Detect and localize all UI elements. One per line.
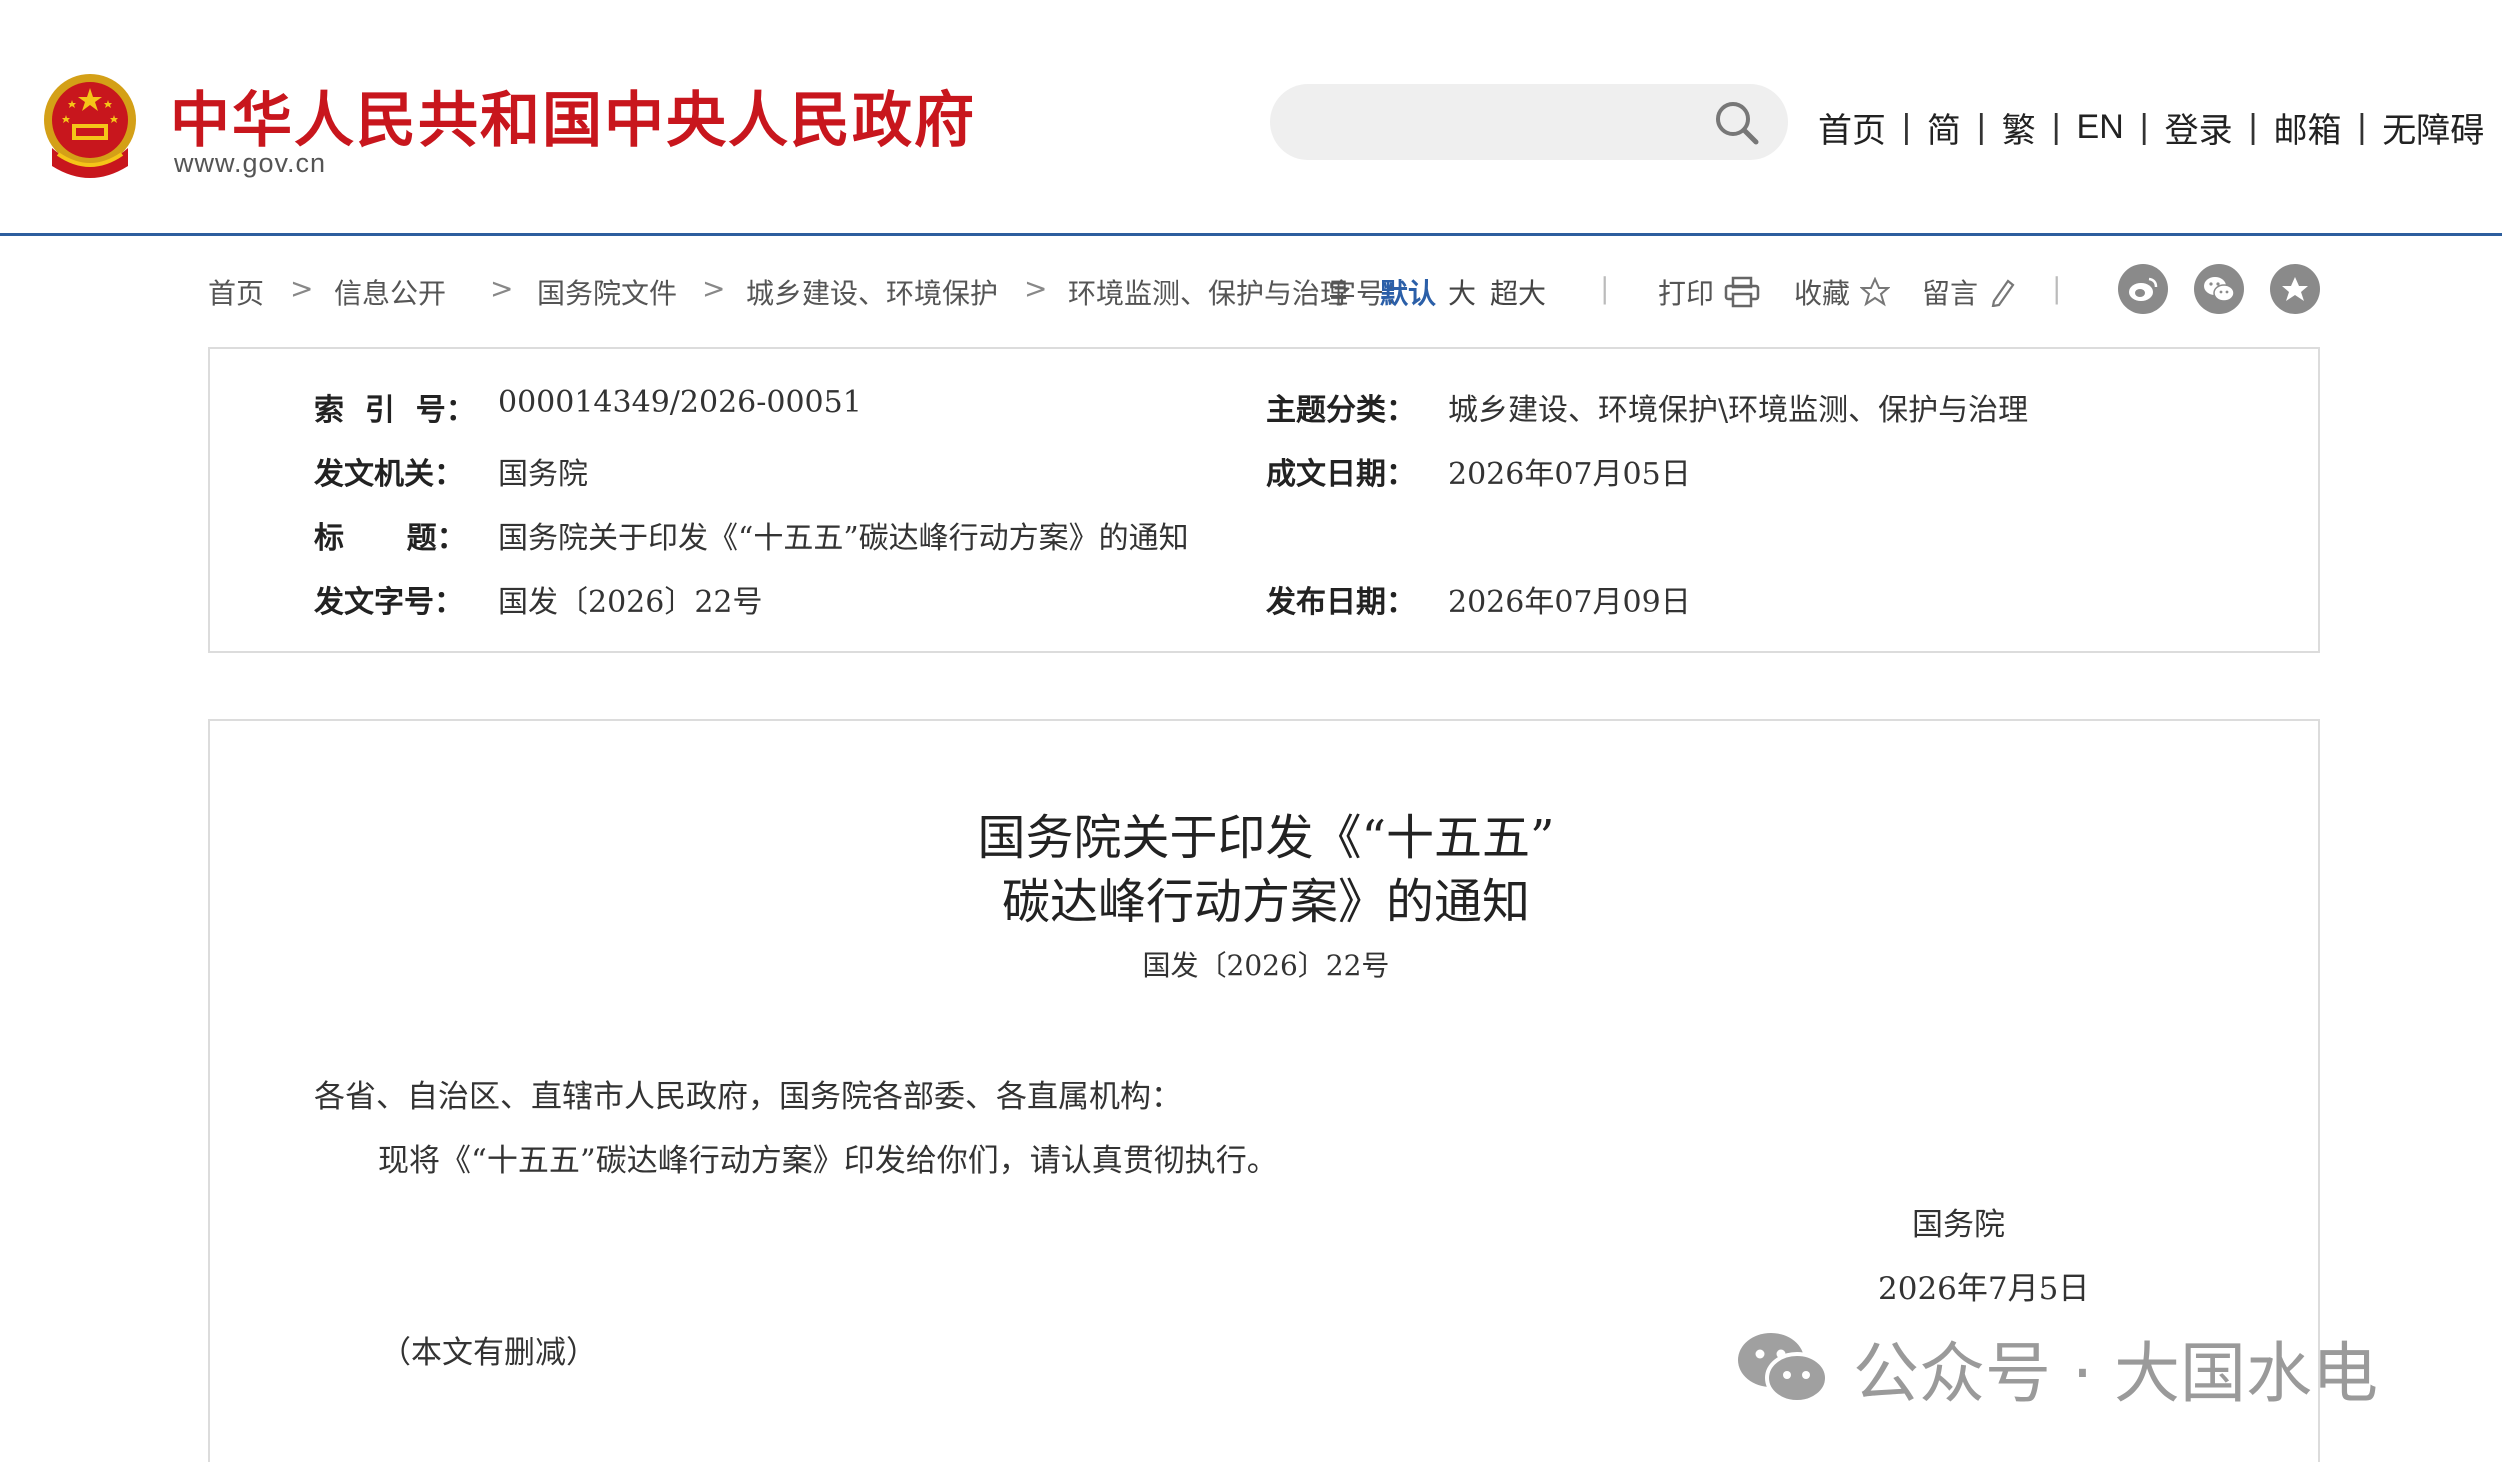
- nav-login[interactable]: 登录: [2165, 103, 2233, 152]
- nav-mail[interactable]: 邮箱: [2273, 103, 2341, 152]
- breadcrumb-state-council-docs[interactable]: 国务院文件: [537, 272, 677, 312]
- wechat-icon[interactable]: [2194, 264, 2244, 314]
- document-number: 国发〔2026〕22号: [1142, 949, 1390, 982]
- chevron-right-icon: >: [1024, 272, 1048, 305]
- document-title-line-1: 国务院关于印发《“十五五”: [977, 810, 1555, 866]
- pencil-icon: [1991, 279, 2015, 307]
- national-emblem-icon[interactable]: [38, 70, 142, 182]
- document-salutation: 各省、自治区、直辖市人民政府，国务院各部委、各直属机构：: [314, 1079, 1182, 1115]
- wechat-icon: [1738, 1333, 1829, 1404]
- toolbar-divider: |: [2052, 272, 2062, 305]
- font-size-large[interactable]: 大: [1448, 272, 1476, 312]
- watermark: 公众号 · 大国水电: [1735, 1320, 2378, 1416]
- top-nav: 首页 | 简 | 繁 | EN | 登录 | 邮箱 | 无障碍: [1818, 103, 2484, 152]
- meta-written-date-value: 2026年07月05日: [1448, 457, 1691, 492]
- chevron-right-icon: >: [290, 272, 314, 305]
- site-header: 中华人民共和国中央人民政府 www.gov.cn 首页 | 简 | 繁 | EN…: [0, 0, 2502, 236]
- font-size-default[interactable]: 默认: [1380, 272, 1436, 312]
- meta-publish-date-label: 发布日期：: [1266, 585, 1416, 620]
- nav-separator: |: [1976, 108, 1986, 146]
- chevron-right-icon: >: [490, 272, 514, 305]
- meta-category-label: 主题分类：: [1266, 393, 1416, 428]
- qzone-icon[interactable]: [2270, 264, 2320, 314]
- breadcrumb-urban-environment[interactable]: 城乡建设、环境保护: [746, 272, 998, 312]
- meta-index-label: 索 引 号：: [314, 393, 476, 428]
- document-signatory: 国务院: [1912, 1207, 2005, 1243]
- weibo-icon[interactable]: [2118, 264, 2168, 314]
- meta-issuer-label: 发文机关：: [314, 457, 464, 492]
- meta-title-value: 国务院关于印发《“十五五”碳达峰行动方案》的通知: [498, 521, 1189, 556]
- meta-publish-date-value: 2026年07月09日: [1448, 585, 1691, 620]
- document-title: 国务院关于印发《“十五五” 碳达峰行动方案》的通知: [210, 806, 2322, 934]
- star-icon: [1860, 277, 1891, 307]
- meta-doc-no-value: 国发〔2026〕22号: [498, 585, 763, 620]
- chevron-right-icon: >: [702, 272, 726, 305]
- search-input[interactable]: [1270, 84, 1788, 160]
- document-note: （本文有删减）: [380, 1335, 597, 1371]
- document-title-line-2: 碳达峰行动方案》的通知: [1001, 874, 1530, 930]
- comment-label: 留言: [1922, 277, 1979, 310]
- watermark-text: 公众号 · 大国水电: [1853, 1335, 2378, 1412]
- nav-traditional[interactable]: 繁: [2002, 103, 2036, 152]
- comment-button[interactable]: 留言: [1922, 272, 2016, 312]
- meta-doc-no-label: 发文字号：: [314, 585, 464, 620]
- document-body: 现将《“十五五”碳达峰行动方案》印发给你们，请认真贯彻执行。: [378, 1143, 1278, 1179]
- nav-separator: |: [2051, 108, 2061, 146]
- meta-issuer-value: 国务院: [498, 457, 588, 492]
- search-icon[interactable]: [1712, 98, 1762, 148]
- nav-separator: |: [2139, 108, 2149, 146]
- nav-separator: |: [2357, 108, 2367, 146]
- site-url: www.gov.cn: [174, 148, 327, 178]
- meta-title-label: 标 题：: [314, 521, 467, 556]
- print-label: 打印: [1658, 277, 1715, 310]
- meta-index-value: 000014349/2026-00051: [498, 385, 862, 420]
- printer-icon: [1724, 276, 1760, 308]
- document-meta-box: 索 引 号： 000014349/2026-00051 主题分类： 城乡建设、环…: [208, 347, 2320, 653]
- document-date: 2026年7月5日: [1878, 1271, 2090, 1307]
- favorite-label: 收藏: [1794, 277, 1851, 310]
- breadcrumb-home[interactable]: 首页: [208, 272, 264, 312]
- meta-category-value: 城乡建设、环境保护\环境监测、保护与治理: [1448, 393, 2029, 428]
- font-size-extra-large[interactable]: 超大: [1490, 272, 1546, 312]
- breadcrumb-environment-monitoring[interactable]: 环境监测、保护与治理: [1068, 272, 1348, 312]
- nav-accessibility[interactable]: 无障碍: [2382, 103, 2484, 152]
- nav-separator: |: [1902, 108, 1911, 146]
- meta-written-date-label: 成文日期：: [1266, 457, 1416, 492]
- nav-home[interactable]: 首页: [1818, 103, 1886, 152]
- nav-separator: |: [2248, 108, 2258, 146]
- breadcrumb-toolbar: 首页 > 信息公开 > 国务院文件 > 城乡建设、环境保护 > 环境监测、保护与…: [208, 264, 2320, 314]
- site-title[interactable]: 中华人民共和国中央人民政府: [170, 72, 976, 159]
- nav-simplified[interactable]: 简: [1927, 103, 1961, 152]
- nav-english[interactable]: EN: [2077, 108, 2124, 147]
- print-button[interactable]: 打印: [1658, 272, 1760, 312]
- breadcrumb-info-public[interactable]: 信息公开: [334, 272, 446, 312]
- favorite-button[interactable]: 收藏: [1794, 272, 1891, 312]
- toolbar-divider: |: [1600, 272, 1610, 305]
